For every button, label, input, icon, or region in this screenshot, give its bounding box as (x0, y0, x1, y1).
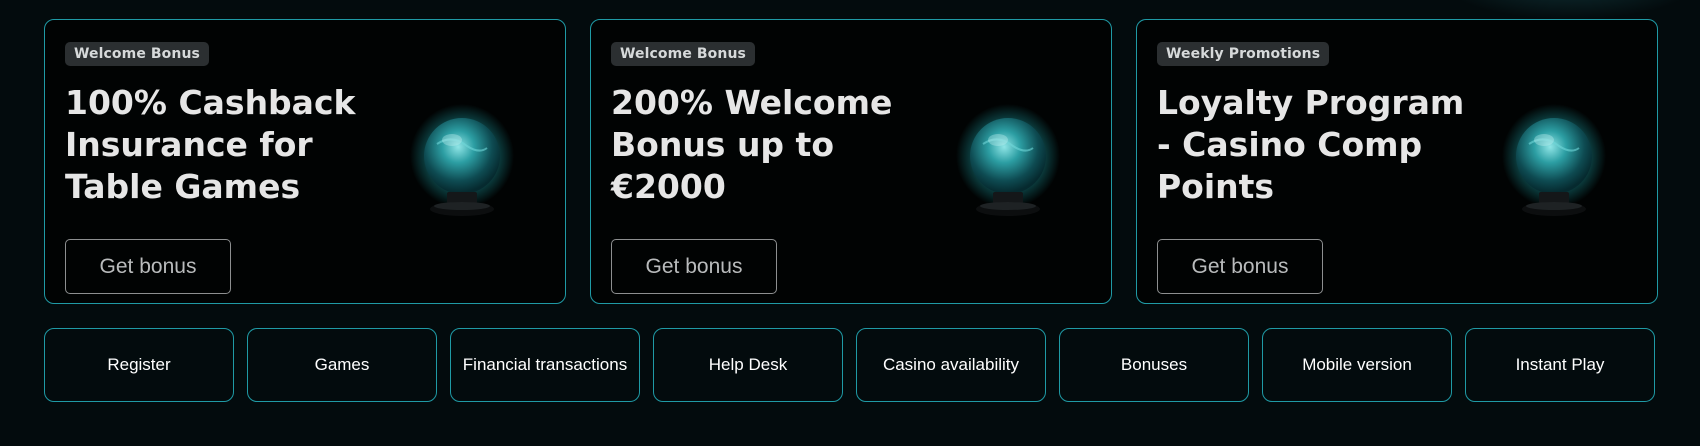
quick-link-mobile-version[interactable]: Mobile version (1262, 328, 1452, 402)
promo-badge: Weekly Promotions (1157, 42, 1330, 66)
quick-link-instant-play[interactable]: Instant Play (1465, 328, 1655, 402)
quick-link-help-desk[interactable]: Help Desk (653, 328, 843, 402)
quick-link-bonuses[interactable]: Bonuses (1059, 328, 1249, 402)
quick-links-row: Register Games Financial transactions He… (44, 328, 1655, 402)
promo-title: Loyalty Program - Casino Comp Points (1157, 83, 1465, 206)
quick-link-games[interactable]: Games (247, 328, 437, 402)
crystal-ball-icon (1502, 104, 1606, 216)
get-bonus-button[interactable]: Get bonus (1157, 239, 1323, 294)
promo-title: 200% Welcome Bonus up to €2000 (611, 83, 893, 206)
quick-link-financial-transactions[interactable]: Financial transactions (450, 328, 640, 402)
get-bonus-button[interactable]: Get bonus (611, 239, 777, 294)
crystal-ball-icon (410, 104, 514, 216)
quick-link-register[interactable]: Register (44, 328, 234, 402)
promo-card-loyalty: Weekly Promotions Loyalty Program - Casi… (1136, 19, 1658, 304)
promo-card-welcome-bonus: Welcome Bonus 200% Welcome Bonus up to €… (590, 19, 1112, 304)
promo-title: 100% Cashback Insurance for Table Games (65, 83, 356, 206)
promotions-row: Welcome Bonus 100% Cashback Insurance fo… (44, 19, 1658, 304)
promo-badge: Welcome Bonus (65, 42, 209, 66)
crystal-ball-icon (956, 104, 1060, 216)
promo-card-cashback: Welcome Bonus 100% Cashback Insurance fo… (44, 19, 566, 304)
quick-link-casino-availability[interactable]: Casino availability (856, 328, 1046, 402)
background-glow (1440, 0, 1700, 20)
get-bonus-button[interactable]: Get bonus (65, 239, 231, 294)
promo-badge: Welcome Bonus (611, 42, 755, 66)
